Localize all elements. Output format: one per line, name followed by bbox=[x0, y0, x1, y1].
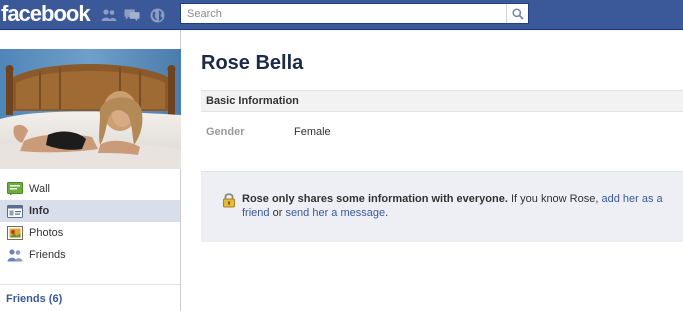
wall-icon bbox=[7, 181, 23, 197]
left-column: Wall Info Photos Friends Friends (6) bbox=[0, 30, 181, 311]
profile-name: Rose Bella bbox=[201, 52, 304, 74]
notice-text-3: . bbox=[385, 207, 389, 219]
friends-count-link[interactable]: Friends (6) bbox=[6, 293, 62, 305]
privacy-notice-text: Rose only shares some information with e… bbox=[242, 192, 672, 220]
sidebar-divider bbox=[0, 284, 180, 285]
notifications-globe-icon[interactable] bbox=[149, 7, 165, 23]
top-bar: facebook bbox=[0, 0, 683, 30]
info-row-gender: Gender Female bbox=[201, 126, 683, 142]
magnifier-icon bbox=[511, 7, 524, 20]
sidebar-item-label: Wall bbox=[29, 183, 50, 195]
sidebar-item-info[interactable]: Info bbox=[0, 200, 180, 222]
notice-text-1: If you know Rose, bbox=[507, 193, 602, 205]
sidebar-item-label: Info bbox=[29, 205, 50, 217]
section-header-basic-info: Basic Information bbox=[201, 90, 683, 112]
messages-icon[interactable] bbox=[124, 7, 140, 23]
notice-text-2: or bbox=[269, 207, 286, 219]
friends-icon bbox=[7, 247, 23, 263]
field-label: Gender bbox=[206, 126, 245, 138]
sidebar-item-label: Friends bbox=[29, 249, 66, 261]
send-message-link[interactable]: send her a message bbox=[285, 207, 385, 219]
photos-icon bbox=[7, 225, 23, 241]
search-box bbox=[180, 3, 529, 24]
info-icon bbox=[7, 203, 23, 219]
search-input[interactable] bbox=[181, 4, 507, 23]
notice-bold-text: Rose only shares some information with e… bbox=[242, 193, 508, 205]
facebook-logo[interactable]: facebook bbox=[1, 0, 91, 30]
sidebar-item-label: Photos bbox=[29, 227, 64, 239]
lock-icon bbox=[221, 192, 237, 208]
sidebar-item-wall[interactable]: Wall bbox=[0, 178, 180, 200]
friend-requests-icon[interactable] bbox=[101, 7, 117, 23]
search-button[interactable] bbox=[506, 4, 528, 23]
profile-picture[interactable] bbox=[0, 49, 181, 169]
profile-nav: Wall Info Photos Friends bbox=[0, 178, 180, 266]
sidebar-item-photos[interactable]: Photos bbox=[0, 222, 180, 244]
privacy-notice: Rose only shares some information with e… bbox=[201, 172, 683, 242]
field-value: Female bbox=[294, 126, 331, 138]
sidebar-item-friends[interactable]: Friends bbox=[0, 244, 180, 266]
